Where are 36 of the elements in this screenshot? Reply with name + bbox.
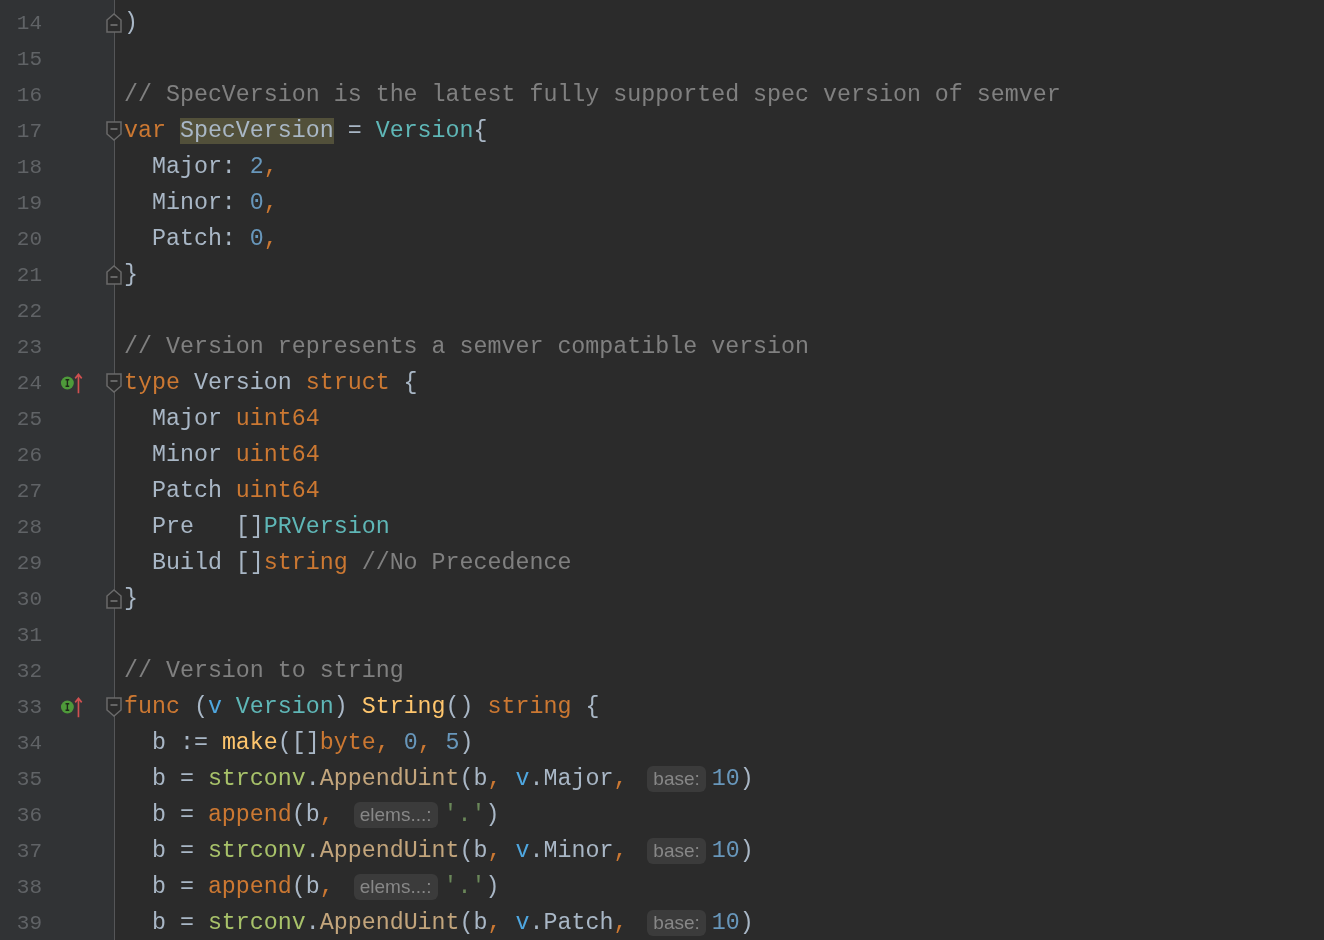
- code-line: Patch: 0,: [150, 226, 278, 252]
- code-line: b = append(b, elems...: '.'): [150, 802, 500, 828]
- fold-marker-icon[interactable]: [106, 373, 122, 393]
- parameter-hint: base:: [647, 766, 706, 792]
- code-line: }: [124, 262, 138, 288]
- fold-marker-icon[interactable]: [106, 13, 122, 33]
- code-line: Major uint64: [150, 406, 320, 432]
- parameter-hint: base:: [647, 910, 706, 936]
- code-line: b = append(b, elems...: '.'): [150, 874, 500, 900]
- code-line: Minor uint64: [150, 442, 320, 468]
- code-line: Minor: 0,: [150, 190, 278, 216]
- code-line: b = strconv.AppendUint(b, v.Patch, base: 10): [150, 910, 754, 936]
- code-line: var SpecVersion = Version{: [124, 118, 488, 144]
- parameter-hint: elems...:: [353, 802, 438, 828]
- code-line: ): [124, 10, 138, 36]
- code-line: Patch uint64: [150, 478, 320, 504]
- code-line: Build []string //No Precedence: [150, 550, 572, 576]
- code-line: Pre []PRVersion: [150, 514, 390, 540]
- fold-marker-icon[interactable]: [106, 589, 122, 609]
- code-line: // Version represents a semver compatible version: [124, 334, 810, 360]
- code-line: b := make([]byte, 0, 5): [150, 730, 474, 756]
- code-line: type Version struct {: [124, 370, 418, 396]
- code-line: // SpecVersion is the latest fully supported spec version of semver: [124, 82, 1061, 108]
- code-line: Major: 2,: [150, 154, 278, 180]
- code-line: b = strconv.AppendUint(b, v.Minor, base: 10): [150, 838, 754, 864]
- parameter-hint: base:: [647, 838, 706, 864]
- fold-marker-icon[interactable]: [106, 265, 122, 285]
- fold-marker-icon[interactable]: [106, 697, 122, 717]
- code-line: }: [124, 586, 138, 612]
- code-line: // Version to string: [124, 658, 404, 684]
- code-line: b = strconv.AppendUint(b, v.Major, base: 10): [150, 766, 754, 792]
- implemented-arrow-icon[interactable]: [60, 695, 84, 719]
- implemented-arrow-icon[interactable]: [60, 371, 84, 395]
- fold-marker-icon[interactable]: [106, 121, 122, 141]
- code-line: func (v Version) String() string {: [124, 694, 600, 720]
- parameter-hint: elems...:: [353, 874, 438, 900]
